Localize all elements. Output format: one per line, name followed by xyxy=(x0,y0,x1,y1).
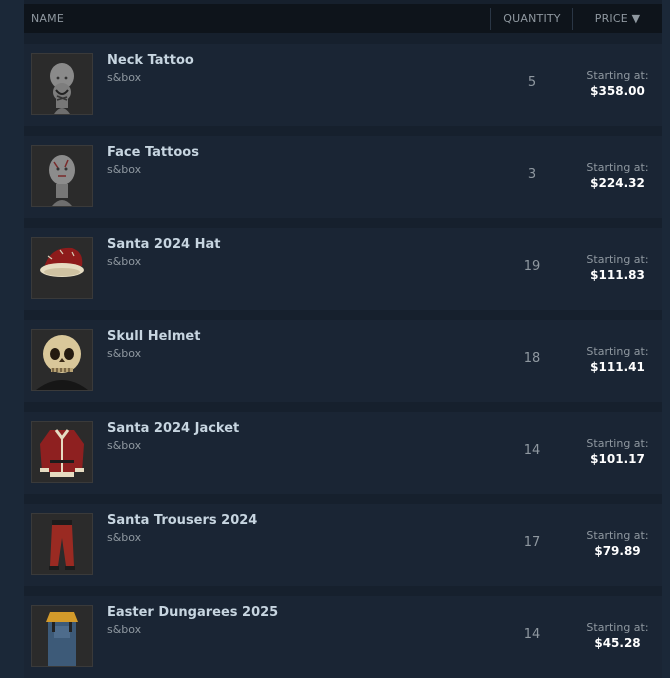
listing-row[interactable]: Easter Dungarees 2025 s&box 14 Starting … xyxy=(24,596,662,678)
item-quantity: 17 xyxy=(523,535,541,550)
santa-hat-icon xyxy=(31,237,93,299)
listing-row[interactable]: Santa Trousers 2024 s&box 17 Starting at… xyxy=(24,504,662,586)
face-tattoo-head-icon xyxy=(31,145,93,207)
item-game: s&box xyxy=(107,439,142,452)
column-header-name[interactable]: NAME xyxy=(31,4,64,33)
listing-row[interactable]: Santa 2024 Hat s&box 19 Starting at: $11… xyxy=(24,228,662,310)
item-game: s&box xyxy=(107,623,142,636)
item-name[interactable]: Skull Helmet xyxy=(107,329,200,344)
item-price: $358.00 xyxy=(590,84,645,98)
item-quantity: 5 xyxy=(527,75,537,90)
item-name[interactable]: Santa Trousers 2024 xyxy=(107,513,257,528)
price-label: Starting at: xyxy=(586,529,649,542)
listing-row[interactable]: Skull Helmet s&box 18 Starting at: $111.… xyxy=(24,320,662,402)
sort-desc-icon: ▼ xyxy=(631,12,641,25)
santa-trousers-icon xyxy=(31,513,93,575)
item-name[interactable]: Santa 2024 Hat xyxy=(107,237,220,252)
santa-jacket-icon xyxy=(31,421,93,483)
item-name[interactable]: Neck Tattoo xyxy=(107,53,194,68)
item-quantity: 18 xyxy=(523,351,541,366)
item-game: s&box xyxy=(107,255,142,268)
price-label: Starting at: xyxy=(586,69,649,82)
item-quantity: 3 xyxy=(527,167,537,182)
item-price: $45.28 xyxy=(594,636,641,650)
item-name[interactable]: Santa 2024 Jacket xyxy=(107,421,239,436)
item-game: s&box xyxy=(107,531,142,544)
listing-row[interactable]: Neck Tattoo s&box 5 Starting at: $358.00 xyxy=(24,44,662,126)
item-price: $224.32 xyxy=(590,176,645,190)
price-label: Starting at: xyxy=(586,621,649,634)
item-price: $111.83 xyxy=(590,268,645,282)
item-quantity: 14 xyxy=(523,443,541,458)
item-price: $101.17 xyxy=(590,452,645,466)
item-game: s&box xyxy=(107,163,142,176)
item-game: s&box xyxy=(107,347,142,360)
market-listing-table: NAME QUANTITY PRICE ▼ Neck Tattoo s&box … xyxy=(24,0,662,678)
item-price: $111.41 xyxy=(590,360,645,374)
table-header: NAME QUANTITY PRICE ▼ xyxy=(24,4,662,33)
item-game: s&box xyxy=(107,71,142,84)
neck-tattoo-head-icon xyxy=(31,53,93,115)
item-price: $79.89 xyxy=(594,544,641,558)
dungarees-icon xyxy=(31,605,93,667)
price-label: Starting at: xyxy=(586,345,649,358)
item-name[interactable]: Easter Dungarees 2025 xyxy=(107,605,278,620)
skull-helmet-icon xyxy=(31,329,93,391)
item-name[interactable]: Face Tattoos xyxy=(107,145,199,160)
column-header-price[interactable]: PRICE ▼ xyxy=(573,4,662,33)
price-label: Starting at: xyxy=(586,253,649,266)
item-quantity: 14 xyxy=(523,627,541,642)
item-quantity: 19 xyxy=(523,259,541,274)
listing-row[interactable]: Santa 2024 Jacket s&box 14 Starting at: … xyxy=(24,412,662,494)
price-label: Starting at: xyxy=(586,437,649,450)
column-header-quantity[interactable]: QUANTITY xyxy=(491,4,573,33)
price-header-label: PRICE xyxy=(594,12,628,25)
listing-row[interactable]: Face Tattoos s&box 3 Starting at: $224.3… xyxy=(24,136,662,218)
price-label: Starting at: xyxy=(586,161,649,174)
